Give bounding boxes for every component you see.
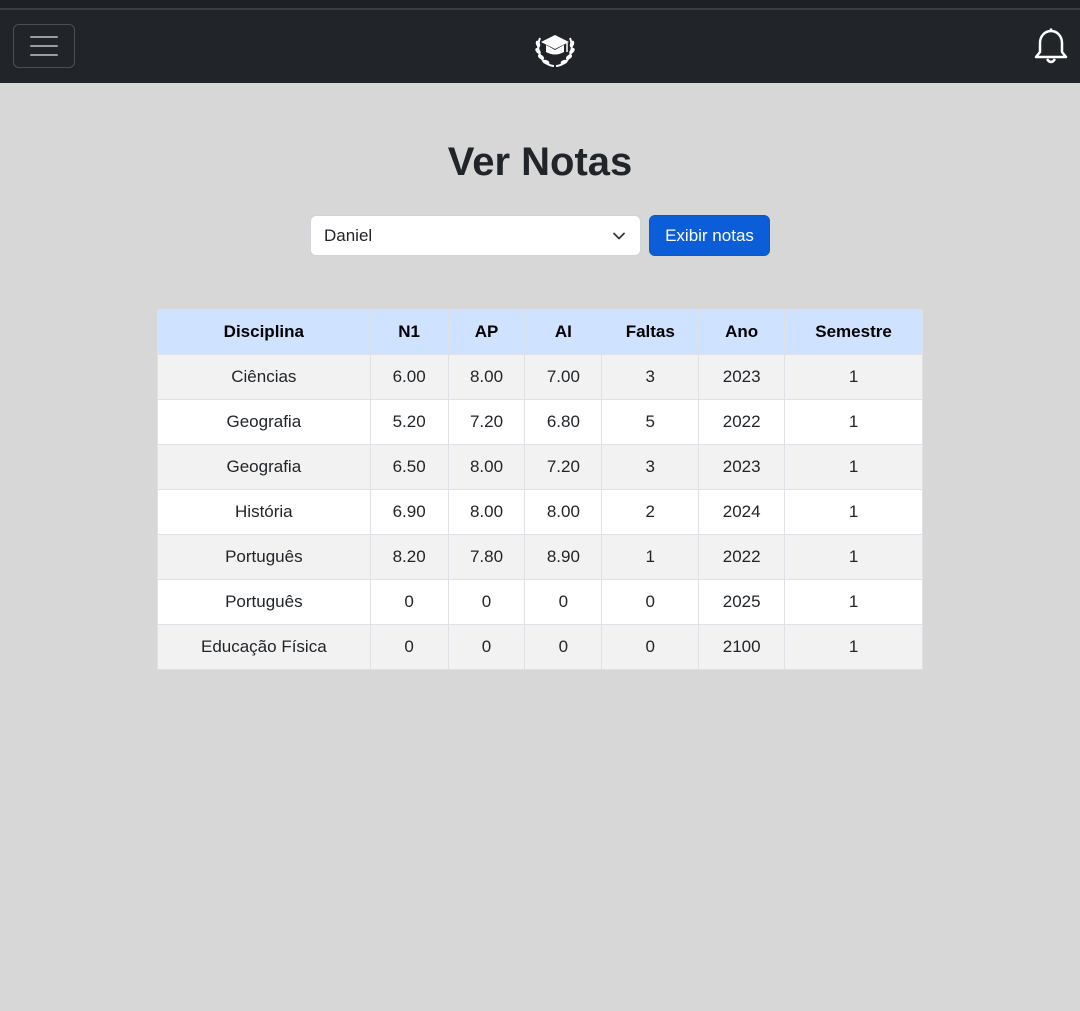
cell-ai: 0: [524, 624, 603, 670]
cell-semestre: 1: [784, 354, 923, 400]
column-header-faltas: Faltas: [601, 309, 700, 355]
cell-faltas: 1: [601, 534, 700, 580]
cell-disciplina: Português: [157, 579, 371, 625]
cell-disciplina: Geografia: [157, 399, 371, 445]
cell-n1: 8.20: [369, 534, 449, 580]
cell-ano: 2100: [698, 624, 786, 670]
table-row: Ciências 6.00 8.00 7.00 3 2023 1: [157, 354, 923, 400]
cell-semestre: 1: [784, 534, 923, 580]
cell-n1: 6.50: [369, 444, 449, 490]
cell-ai: 0: [524, 579, 603, 625]
column-header-n1: N1: [369, 309, 449, 355]
cell-ai: 6.80: [524, 399, 603, 445]
cell-faltas: 5: [601, 399, 700, 445]
cell-ap: 0: [447, 579, 526, 625]
cell-disciplina: Ciências: [157, 354, 371, 400]
table-header-row: Disciplina N1 AP AI Faltas Ano Semestre: [157, 309, 923, 355]
cell-ap: 0: [447, 624, 526, 670]
cell-semestre: 1: [784, 579, 923, 625]
cell-semestre: 1: [784, 399, 923, 445]
table-row: Geografia 5.20 7.20 6.80 5 2022 1: [157, 399, 923, 445]
cell-n1: 5.20: [369, 399, 449, 445]
cell-ano: 2023: [698, 354, 786, 400]
cell-ap: 7.20: [447, 399, 526, 445]
cell-faltas: 2: [601, 489, 700, 535]
cell-ap: 8.00: [447, 444, 526, 490]
cell-faltas: 0: [601, 579, 700, 625]
table-row: Educação Física 0 0 0 0 2100 1: [157, 624, 923, 670]
cell-n1: 0: [369, 624, 449, 670]
table-row: Geografia 6.50 8.00 7.20 3 2023 1: [157, 444, 923, 490]
student-select[interactable]: Daniel: [310, 215, 641, 256]
student-select-value: Daniel: [324, 225, 373, 245]
column-header-ap: AP: [447, 309, 526, 355]
cell-semestre: 1: [784, 624, 923, 670]
bell-icon[interactable]: [1033, 28, 1069, 66]
cell-ano: 2023: [698, 444, 786, 490]
cell-ano: 2024: [698, 489, 786, 535]
page-title: Ver Notas: [447, 140, 633, 184]
cell-ap: 8.00: [447, 489, 526, 535]
cell-ano: 2022: [698, 534, 786, 580]
table-row: Português 0 0 0 0 2025 1: [157, 579, 923, 625]
cell-n1: 0: [369, 579, 449, 625]
cell-disciplina: Geografia: [157, 444, 371, 490]
cell-faltas: 3: [601, 444, 700, 490]
hamburger-icon: [30, 36, 58, 56]
show-grades-button[interactable]: Exibir notas: [649, 215, 770, 256]
column-header-disciplina: Disciplina: [157, 309, 371, 355]
cell-ano: 2022: [698, 399, 786, 445]
cell-ano: 2025: [698, 579, 786, 625]
cell-semestre: 1: [784, 489, 923, 535]
top-strip: [0, 0, 1080, 10]
cell-ai: 8.00: [524, 489, 603, 535]
table-row: História 6.90 8.00 8.00 2 2024 1: [157, 489, 923, 535]
grades-table: Disciplina N1 AP AI Faltas Ano Semestre …: [157, 309, 923, 670]
cell-ai: 7.20: [524, 444, 603, 490]
cell-disciplina: História: [157, 489, 371, 535]
cell-ai: 7.00: [524, 354, 603, 400]
cell-ap: 8.00: [447, 354, 526, 400]
chevron-down-icon: [613, 232, 625, 240]
menu-toggle-button[interactable]: [13, 24, 75, 68]
table-row: Português 8.20 7.80 8.90 1 2022 1: [157, 534, 923, 580]
cell-n1: 6.00: [369, 354, 449, 400]
column-header-ano: Ano: [698, 309, 786, 355]
cell-n1: 6.90: [369, 489, 449, 535]
graduation-cap-laurel-icon: [535, 35, 575, 67]
cell-semestre: 1: [784, 444, 923, 490]
column-header-ai: AI: [524, 309, 603, 355]
column-header-semestre: Semestre: [784, 309, 923, 355]
cell-ap: 7.80: [447, 534, 526, 580]
cell-disciplina: Educação Física: [157, 624, 371, 670]
cell-ai: 8.90: [524, 534, 603, 580]
cell-faltas: 3: [601, 354, 700, 400]
cell-faltas: 0: [601, 624, 700, 670]
cell-disciplina: Português: [157, 534, 371, 580]
navbar: [0, 10, 1080, 83]
